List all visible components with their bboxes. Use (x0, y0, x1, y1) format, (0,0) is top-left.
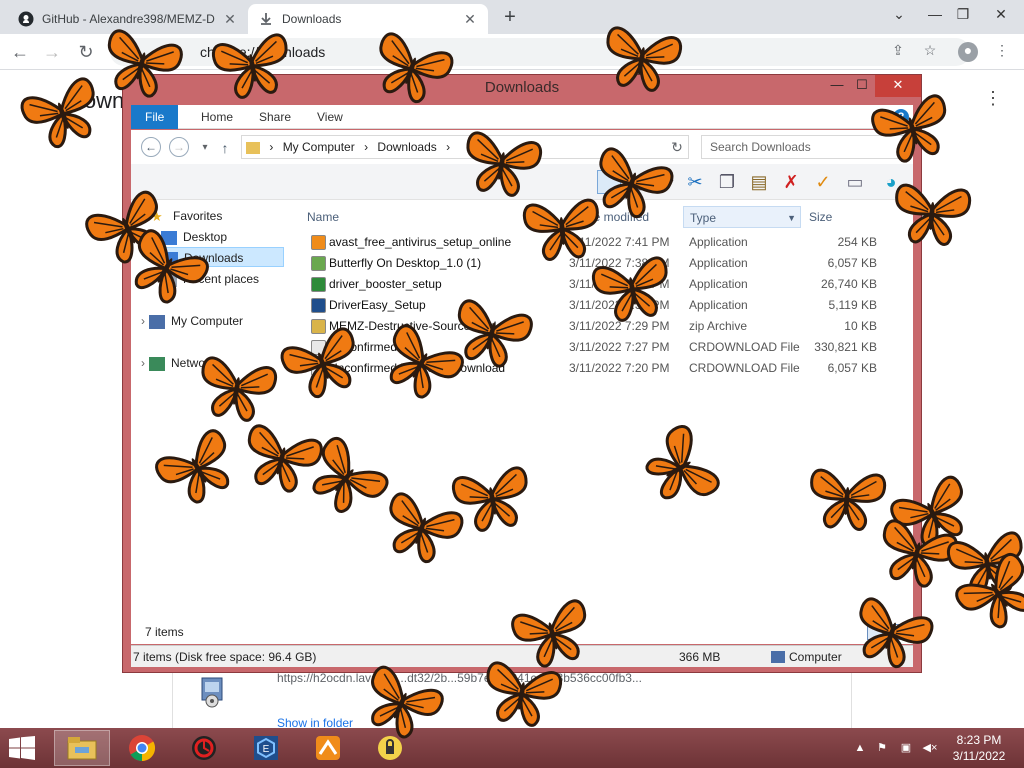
ribbon-tab-share[interactable]: Share (245, 105, 305, 129)
explorer-forward-icon[interactable]: → (169, 137, 189, 157)
avast-icon[interactable] (300, 730, 356, 766)
select-check-icon[interactable]: ✓ (811, 170, 835, 194)
clock-time: 8:23 PM (956, 733, 1002, 747)
file-type: Application (689, 277, 748, 291)
computer-icon (771, 651, 785, 663)
file-type-icon (311, 298, 326, 313)
delete-icon[interactable]: ✗ (779, 170, 803, 194)
share-icon[interactable]: ⇪ (888, 42, 908, 62)
status-detail: 7 items (Disk free space: 96.4 GB) (133, 650, 317, 664)
file-explorer-icon[interactable] (54, 730, 110, 766)
forward-arrow-icon[interactable]: → (40, 40, 64, 64)
breadcrumb-separator-icon: › (364, 140, 369, 154)
file-size: 254 KB (837, 235, 877, 249)
butterfly-icon (473, 643, 570, 740)
column-header-size[interactable]: Size (803, 206, 883, 228)
file-type-icon (311, 235, 326, 250)
chrome-icon[interactable] (114, 730, 170, 766)
show-hidden-icons-chevron-icon[interactable]: ▲ (852, 740, 868, 756)
butterfly-icon (886, 166, 977, 257)
status-size: 366 MB (679, 650, 721, 664)
explorer-minimize-button[interactable]: — (823, 75, 851, 97)
sort-dropdown-icon[interactable]: ▼ (787, 207, 796, 229)
bookmark-star-icon[interactable]: ☆ (920, 42, 940, 62)
start-windows-icon[interactable] (8, 736, 36, 760)
file-date: 3/11/2022 7:27 PM (569, 340, 670, 354)
cut-icon[interactable]: ✂ (683, 170, 707, 194)
file-size: 330,821 KB (814, 340, 877, 354)
copy-icon[interactable]: ❐ (715, 170, 739, 194)
page-menu-icon[interactable]: ⋮ (984, 88, 1002, 109)
explorer-back-icon[interactable]: ← (141, 137, 161, 157)
menu-kebab-icon[interactable]: ⋮ (992, 42, 1012, 62)
file-size: 6,057 KB (827, 361, 877, 375)
github-icon (18, 11, 34, 27)
tab-search-chevron-icon[interactable]: ⌄ (882, 0, 916, 30)
download-url: https://h2ocdn.lavasoft...dt32/2b...59b7… (277, 671, 642, 685)
volume-muted-icon[interactable]: ◀× (922, 740, 938, 756)
file-size: 6,057 KB (827, 256, 877, 270)
butterfly-icon (593, 8, 690, 105)
item-count: 7 items (145, 625, 184, 639)
computer-icon (149, 314, 165, 329)
ribbon-tab-view[interactable]: View (303, 105, 357, 129)
taskbar-clock[interactable]: 8:23 PM 3/11/2022 (944, 732, 1014, 764)
restore-button[interactable]: ❐ (946, 0, 980, 30)
file-type: CRDOWNLOAD File (689, 361, 800, 375)
properties-icon[interactable]: ▭ (843, 170, 867, 194)
file-size: 26,740 KB (820, 277, 877, 291)
breadcrumb-my-computer[interactable]: My Computer (283, 140, 355, 154)
close-button[interactable]: ✕ (984, 0, 1018, 30)
file-name: driver_booster_setup (329, 277, 442, 291)
nav-my-computer[interactable]: › My Computer (141, 311, 243, 331)
driver-easy-icon[interactable]: E (238, 730, 294, 766)
file-size: 10 KB (844, 319, 877, 333)
network-icon (149, 356, 165, 371)
column-header-type[interactable]: Type ▼ (683, 206, 801, 228)
status-location: Computer (789, 650, 842, 664)
file-type: Application (689, 298, 748, 312)
butterfly-icon (203, 15, 300, 112)
folder-icon (246, 141, 260, 154)
expand-chevron-icon: › (141, 356, 145, 370)
file-date: 3/11/2022 7:20 PM (569, 361, 670, 375)
file-type: Application (689, 256, 748, 270)
expand-chevron-icon: › (141, 314, 145, 328)
up-arrow-icon[interactable]: ↑ (213, 136, 237, 160)
file-type-icon (311, 277, 326, 292)
file-type: CRDOWNLOAD File (689, 340, 800, 354)
clock-date: 3/11/2022 (952, 749, 1006, 763)
file-type: Application (689, 235, 748, 249)
new-tab-button[interactable]: + (498, 6, 522, 30)
file-size: 5,119 KB (828, 298, 877, 312)
tab-close-icon[interactable]: ✕ (462, 11, 478, 28)
breadcrumb-separator-icon: › (446, 140, 451, 154)
back-arrow-icon[interactable]: ← (8, 40, 32, 64)
profile-avatar-icon[interactable]: ● (958, 42, 978, 62)
driver-booster-icon[interactable] (176, 730, 232, 766)
file-type-icon (311, 256, 326, 271)
action-center-flag-icon[interactable]: ⚑ (874, 740, 890, 756)
nav-label: Favorites (173, 209, 223, 223)
network-tray-icon[interactable]: ▣ (898, 740, 914, 756)
paste-icon[interactable]: ▤ (747, 170, 771, 194)
column-label: Type (690, 211, 717, 225)
installer-file-icon (198, 676, 228, 708)
tab-title: Downloads (282, 12, 342, 26)
breadcrumb-separator-icon: › (269, 140, 274, 154)
svg-text:E: E (263, 744, 270, 755)
taskbar: E ▲ ⚑ ▣ ◀× 8:23 PM 3/11/2022 (0, 728, 1024, 768)
butterfly-icon (583, 238, 680, 335)
breadcrumb-downloads[interactable]: Downloads (377, 140, 436, 154)
file-type: zip Archive (689, 319, 748, 333)
